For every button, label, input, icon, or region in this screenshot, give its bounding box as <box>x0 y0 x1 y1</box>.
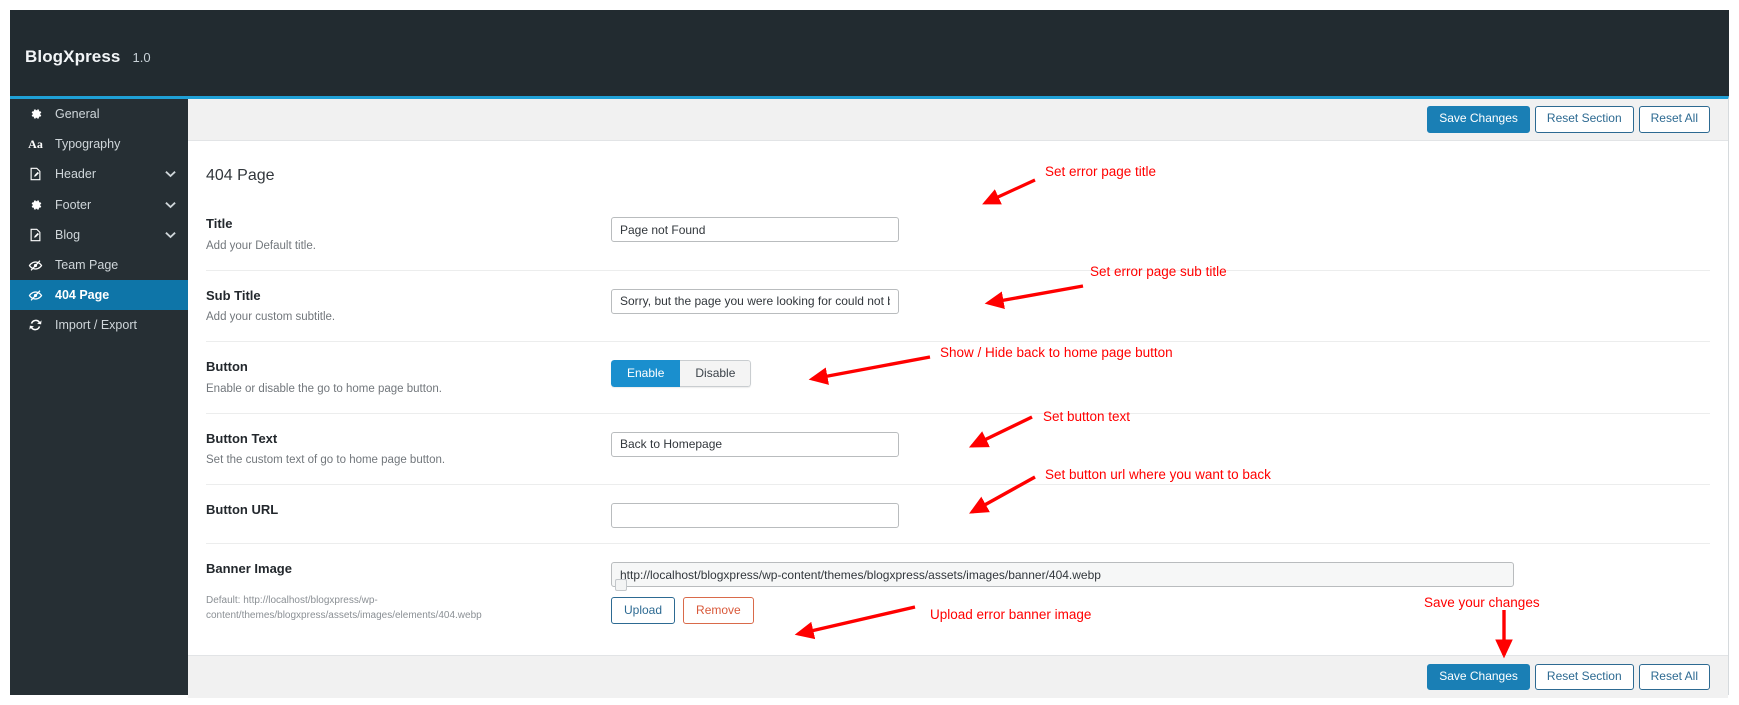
field-control: Upload Remove <box>611 560 1710 625</box>
subtitle-input[interactable] <box>611 288 899 314</box>
sidebar-item-footer[interactable]: Footer <box>10 190 188 220</box>
sidebar-item-label: Blog <box>55 227 81 242</box>
eye-slash-icon <box>26 289 45 302</box>
field-control <box>611 287 1710 314</box>
field-description: Enable or disable the go to home page bu… <box>206 382 442 395</box>
chevron-down-icon[interactable] <box>165 170 176 178</box>
disable-option[interactable]: Disable <box>680 360 752 388</box>
brand-name: BlogXpress <box>25 47 121 66</box>
reset-all-button-bottom[interactable]: Reset All <box>1638 663 1710 691</box>
sidebar-item-404-page[interactable]: 404 Page <box>10 280 188 311</box>
field-meta: Button Enable or disable the go to home … <box>206 358 611 398</box>
field-label: Button URL <box>206 502 279 518</box>
refresh-icon <box>26 318 45 332</box>
field-label: Button Text <box>206 430 278 446</box>
top-action-bar: Save Changes Reset Section Reset All <box>188 99 1728 141</box>
field-description: Set the custom text of go to home page b… <box>206 454 446 467</box>
field-meta: Sub Title Add your custom subtitle. <box>206 287 611 327</box>
sidebar-item-label: Typography <box>55 137 121 152</box>
field-default-note: Default: http://localhost/blogxpress/wp-… <box>206 594 482 621</box>
reset-all-button-top[interactable]: Reset All <box>1638 106 1710 133</box>
main-panel: Save Changes Reset Section Reset All 404… <box>188 96 1729 698</box>
button-visibility-toggle: Enable Disable <box>611 360 752 388</box>
reset-section-button-bottom[interactable]: Reset Section <box>1534 663 1634 691</box>
gear-icon <box>26 107 45 121</box>
app-header: BlogXpress 1.0 <box>10 10 1729 96</box>
gear-icon <box>26 198 45 212</box>
field-meta: Button URL <box>206 501 611 520</box>
sidebar-item-label: Footer <box>55 197 92 212</box>
sidebar-item-team-page[interactable]: Team Page <box>10 250 188 280</box>
sidebar-item-label: Team Page <box>55 258 119 273</box>
save-changes-button-bottom[interactable]: Save Changes <box>1427 663 1530 691</box>
title-input[interactable] <box>611 217 899 242</box>
field-row-button: Button Enable or disable the go to home … <box>206 342 1710 414</box>
save-changes-button-top[interactable]: Save Changes <box>1427 106 1530 133</box>
sidebar-item-header[interactable]: Header <box>10 159 188 189</box>
sidebar: General Aa Typography Header Footer Blog… <box>10 96 188 695</box>
brand: BlogXpress 1.0 <box>25 47 151 67</box>
theme-options-window: BlogXpress 1.0 General Aa Typography Hea… <box>0 0 1739 705</box>
upload-button[interactable]: Upload <box>611 597 676 625</box>
pencil-page-icon <box>26 167 45 181</box>
field-meta: Button Text Set the custom text of go to… <box>206 430 611 470</box>
chevron-down-icon[interactable] <box>165 201 176 209</box>
sidebar-item-import-export[interactable]: Import / Export <box>10 310 188 340</box>
field-label: Title <box>206 216 233 231</box>
field-row-title: Title Add your Default title. <box>206 199 1710 271</box>
eye-slash-icon <box>26 259 45 272</box>
sidebar-item-label: Header <box>55 167 96 182</box>
media-checkbox[interactable] <box>615 579 627 592</box>
field-control <box>611 215 1710 242</box>
section-body: 404 Page Title Add your Default title. S… <box>188 141 1728 655</box>
field-control <box>611 430 1710 457</box>
sidebar-item-general[interactable]: General <box>10 99 188 129</box>
field-control: Enable Disable <box>611 358 1710 388</box>
field-row-banner-image: Banner Image Default: http://localhost/b… <box>206 544 1710 639</box>
sidebar-item-label: Import / Export <box>55 318 137 333</box>
chevron-down-icon[interactable] <box>165 231 176 239</box>
bottom-action-bar: Save Changes Reset Section Reset All <box>188 655 1728 698</box>
sidebar-item-typography[interactable]: Aa Typography <box>10 129 188 159</box>
field-control <box>611 501 1710 529</box>
remove-button[interactable]: Remove <box>683 597 754 625</box>
field-label: Sub Title <box>206 287 261 303</box>
field-row-button-text: Button Text Set the custom text of go to… <box>206 414 1710 486</box>
button-url-input[interactable] <box>611 503 899 529</box>
sidebar-item-blog[interactable]: Blog <box>10 220 188 250</box>
field-meta: Banner Image Default: http://localhost/b… <box>206 560 611 623</box>
field-row-subtitle: Sub Title Add your custom subtitle. <box>206 271 1710 343</box>
enable-option[interactable]: Enable <box>611 360 681 388</box>
page-title: 404 Page <box>206 167 275 184</box>
field-row-button-url: Button URL <box>206 485 1710 545</box>
field-label: Banner Image <box>206 561 292 577</box>
field-label: Button <box>206 359 248 375</box>
reset-section-button-top[interactable]: Reset Section <box>1534 106 1634 133</box>
brand-version: 1.0 <box>132 50 151 65</box>
media-buttons: Upload Remove <box>611 579 754 625</box>
pencil-page-icon <box>26 228 45 242</box>
typography-icon: Aa <box>28 137 43 152</box>
sidebar-item-label: 404 Page <box>55 288 110 303</box>
field-meta: Title Add your Default title. <box>206 215 611 255</box>
banner-image-url-input[interactable] <box>611 562 1514 588</box>
field-description: Add your custom subtitle. <box>206 311 336 324</box>
button-text-input[interactable] <box>611 431 899 457</box>
field-description: Add your Default title. <box>206 239 316 252</box>
sidebar-item-label: General <box>55 107 100 122</box>
